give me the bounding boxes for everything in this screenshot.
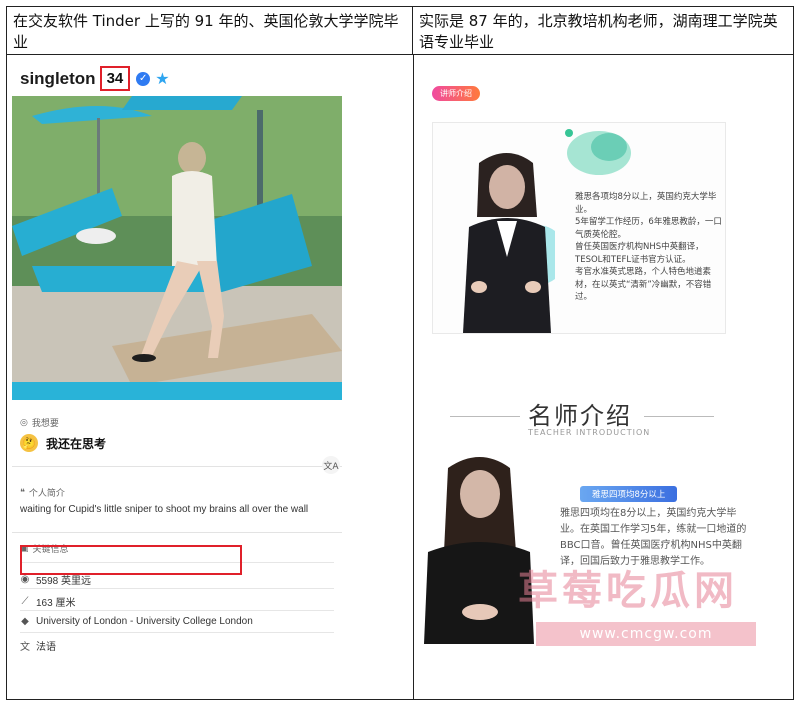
section-want: ◎ 我想要 🤔 我还在思考 — [12, 410, 342, 467]
search-icon: ◎ — [20, 417, 28, 428]
bio-title: ❝ 个人简介 — [20, 487, 65, 500]
green-splash — [565, 129, 631, 175]
key-row-school: ◆ University of London - University Colle… — [21, 616, 253, 627]
header-left: 在交友软件 Tinder 上写的 91 年的、英国伦敦大学学院毕业 — [7, 7, 413, 55]
teacher-photo-1 — [463, 153, 555, 333]
row-divider — [20, 588, 334, 589]
profile-age: 34 — [99, 66, 131, 91]
tinder-profile: singleton 34 ✓ ★ ◎我想要 � — [12, 58, 342, 668]
teacher-intro-subtitle: TEACHER INTRODUCTION — [528, 428, 651, 437]
key-row-height: ⟋ 163 厘米 — [21, 596, 76, 609]
score-pill: 雅思四项均8分以上 — [580, 486, 678, 502]
bio-text: waiting for Cupid's little sniper to sho… — [20, 504, 309, 515]
watermark-text: 草莓吃瓜网 — [518, 567, 738, 614]
location-icon: ◉ — [20, 574, 30, 585]
watermark-url: www.cmcgw.com — [536, 622, 756, 646]
school-highlight-box — [20, 545, 242, 575]
title-line-left — [450, 416, 520, 417]
teacher-bio-1: 雅思各项均8分以上，英国约克大学毕业。 5年留学工作经历，6年雅思教龄，一口气质… — [575, 192, 722, 302]
lecturer-tag: 讲师介绍 — [432, 86, 480, 101]
column-divider — [413, 55, 414, 699]
translate-icon[interactable]: 文A — [322, 456, 340, 474]
row-divider — [20, 610, 334, 611]
famous-teacher-title: 名师介绍 — [528, 402, 632, 430]
quote-icon: ❝ — [20, 487, 25, 498]
profile-name: singleton — [20, 68, 96, 88]
school-icon: ◆ — [21, 616, 29, 627]
star-icon: ★ — [155, 69, 170, 88]
want-text: 我还在思考 — [46, 436, 107, 451]
want-title: ◎ 我想要 — [20, 417, 59, 430]
language-icon: 文 — [20, 642, 30, 653]
promo-card-1: 雅思各项均8分以上，英国约克大学毕业。 5年留学工作经历，6年雅思教龄，一口气质… — [432, 122, 726, 334]
profile-header: singleton 34 ✓ ★ — [20, 66, 170, 91]
verified-icon: ✓ — [136, 71, 151, 86]
row-divider — [20, 632, 334, 633]
teacher-promo-2: 名师介绍 TEACHER INTRODUCTION 雅思四项均8分以上 雅思四项… — [424, 392, 784, 682]
thinking-face-icon: 🤔 — [20, 434, 38, 452]
profile-photo[interactable] — [12, 96, 342, 400]
teacher-promo-1: 讲师介绍 雅思各项均8分以上，英国约克大学毕业。 5年留学工作经历，6年雅思教龄… — [424, 80, 734, 340]
ruler-icon: ⟋ — [21, 596, 29, 607]
title-line-right — [644, 416, 714, 417]
key-row-language: 文法语 — [20, 638, 56, 653]
want-row: 🤔 我还在思考 — [20, 434, 106, 452]
section-bio: ❝ 个人简介 waiting for Cupid's little sniper … — [12, 478, 342, 533]
header-right: 实际是 87 年的，北京教培机构老师，湖南理工学院英语专业毕业 — [413, 7, 793, 55]
